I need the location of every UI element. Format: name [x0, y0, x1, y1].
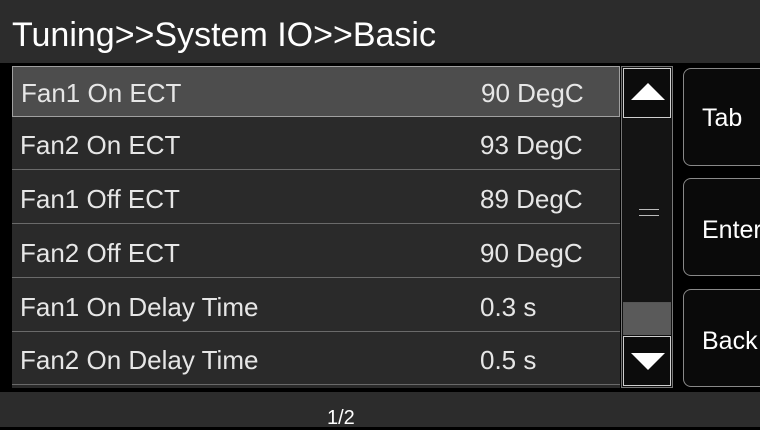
row-label: Fan1 On ECT — [21, 78, 182, 108]
scroll-track-lower[interactable] — [623, 303, 671, 335]
arrow-down-icon — [631, 353, 665, 370]
list-row-fan2-on-ect[interactable]: Fan2 On ECT 93 DegC — [12, 119, 620, 170]
row-value: 90 DegC — [480, 238, 583, 268]
arrow-up-icon — [631, 83, 665, 100]
tab-button-label: Tab — [702, 104, 743, 132]
enter-button[interactable]: Enter — [683, 178, 760, 276]
row-value: 0.3 s — [480, 292, 537, 322]
list-row-fan1-on-ect[interactable]: Fan1 On ECT 90 DegC — [12, 66, 620, 117]
row-value: 93 DegC — [480, 130, 583, 160]
row-label: Fan1 On Delay Time — [20, 292, 259, 322]
back-button-label: Back — [702, 327, 758, 355]
scroll-up-button[interactable] — [623, 68, 671, 118]
title-bar: Tuning>>System IO>>Basic — [0, 0, 760, 63]
row-label: Fan1 Off ECT — [20, 184, 180, 214]
tab-button[interactable]: Tab — [683, 68, 760, 166]
row-value: 0.5 s — [480, 345, 537, 375]
page-title: Tuning>>System IO>>Basic — [12, 16, 436, 54]
scroll-thumb[interactable] — [623, 119, 671, 303]
footer-bar: 1/2 — [0, 392, 760, 429]
list-row-fan1-on-delay[interactable]: Fan1 On Delay Time 0.3 s — [12, 281, 620, 332]
row-label: Fan2 Off ECT — [20, 238, 180, 268]
enter-button-label: Enter — [702, 216, 760, 244]
page-indicator: 1/2 — [327, 407, 355, 429]
grip-icon — [639, 209, 659, 216]
scrollbar[interactable] — [621, 66, 673, 388]
parameter-list: Fan1 On ECT 90 DegC Fan2 On ECT 93 DegC … — [12, 66, 620, 388]
row-label: Fan2 On Delay Time — [20, 345, 259, 375]
list-row-fan2-on-delay[interactable]: Fan2 On Delay Time 0.5 s — [12, 334, 620, 385]
row-value: 90 DegC — [481, 78, 584, 108]
back-button[interactable]: Back — [683, 289, 760, 387]
list-row-fan2-off-ect[interactable]: Fan2 Off ECT 90 DegC — [12, 227, 620, 278]
list-row-fan1-off-ect[interactable]: Fan1 Off ECT 89 DegC — [12, 173, 620, 224]
scroll-down-button[interactable] — [623, 336, 671, 386]
row-label: Fan2 On ECT — [20, 130, 181, 160]
row-value: 89 DegC — [480, 184, 583, 214]
